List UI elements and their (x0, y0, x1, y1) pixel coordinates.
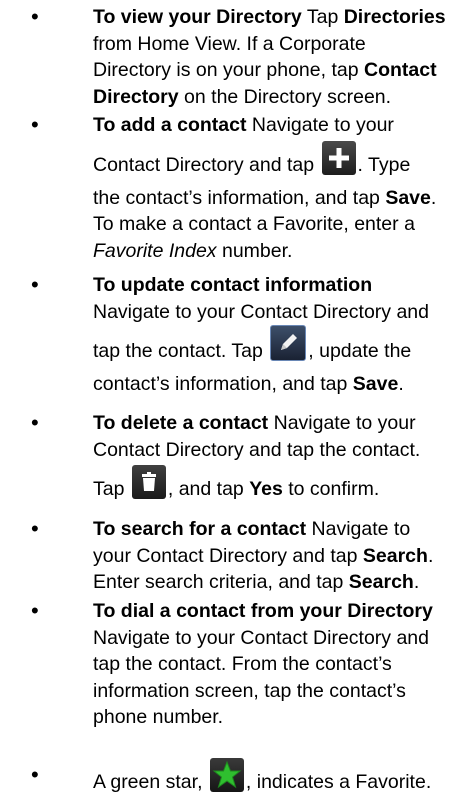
emphasis: Search (362, 544, 428, 567)
item-text: To view your Directory Tap Directories f… (93, 6, 446, 108)
emphasis: Search (348, 571, 414, 593)
bullet: • (31, 516, 39, 541)
item-heading: To dial a contact from your Directory (93, 600, 433, 622)
bullet: • (31, 410, 39, 435)
item-text: To update contact information Navigate t… (93, 274, 429, 395)
item-text: A green star, , indicates a Favorite. (93, 758, 467, 796)
emphasis: Contact (363, 59, 437, 81)
emphasis: Yes (249, 478, 283, 500)
item-heading: To update contact information (93, 274, 373, 296)
item-text: To search for a contact Navigate to your… (93, 518, 434, 593)
emphasis: Directory (93, 85, 179, 108)
bullet: • (31, 272, 39, 297)
item-text: To dial a contact from your Directory Na… (93, 600, 433, 728)
item-text: To delete a contact Navigate to your Con… (93, 412, 421, 500)
trash-icon (131, 465, 166, 499)
bullet: • (31, 598, 39, 623)
item-text: To add a contact Navigate to your Contac… (93, 114, 437, 262)
plus-icon (321, 140, 356, 175)
bullet: • (31, 112, 39, 137)
item-heading: To search for a contact (93, 518, 307, 540)
item-heading: To delete a contact (93, 412, 269, 434)
green-star-icon (209, 758, 244, 792)
emphasis-italic: Favorite Index (93, 239, 217, 262)
bullet: • (31, 762, 39, 787)
emphasis: Save (352, 373, 399, 395)
pencil-edit-icon (270, 325, 307, 361)
item-heading: To add a contact (93, 114, 247, 136)
emphasis: Save (385, 186, 431, 209)
emphasis: Directories (343, 6, 446, 28)
bullet: • (31, 4, 39, 29)
item-heading: To view your Directory (93, 6, 302, 28)
